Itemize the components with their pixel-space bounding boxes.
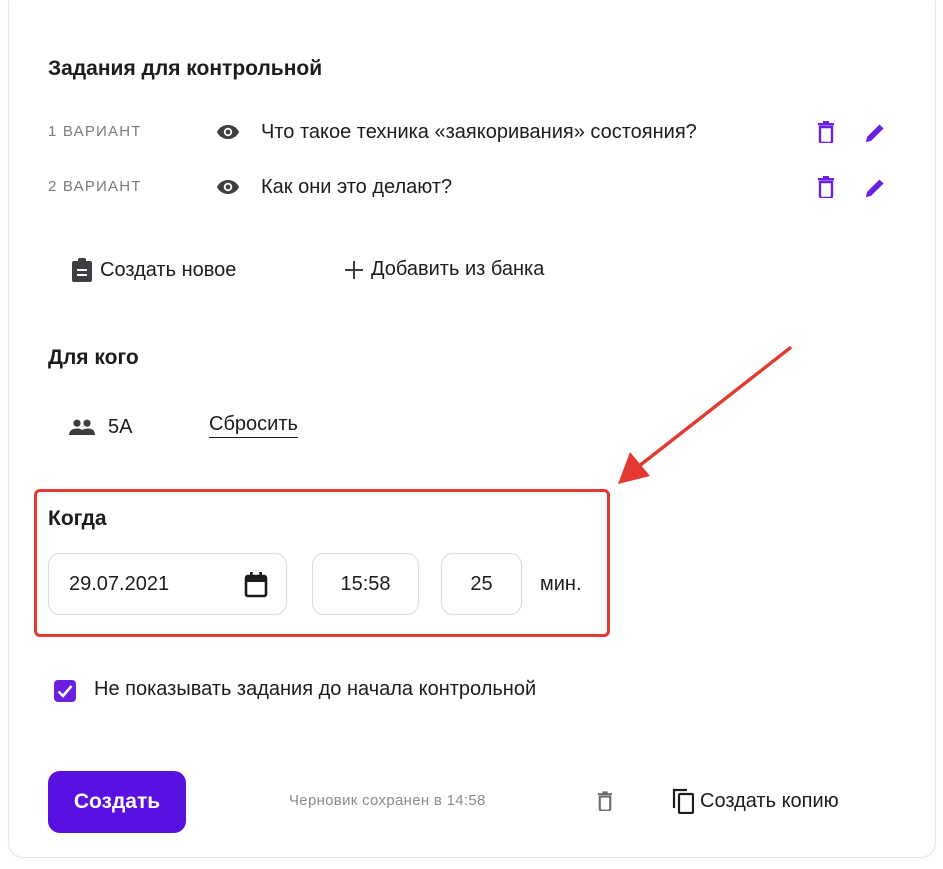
check-icon [57, 685, 73, 698]
hide-tasks-label[interactable]: Не показывать задания до начала контроль… [94, 678, 536, 701]
pencil-icon[interactable] [862, 120, 888, 146]
create-new-task-label: Создать новое [100, 258, 237, 281]
copy-icon [672, 788, 694, 814]
annotation-highlight-box [34, 489, 610, 637]
pencil-icon[interactable] [862, 175, 888, 201]
hide-tasks-checkbox[interactable] [54, 680, 76, 702]
variant-2-question[interactable]: Как они это делают? [261, 176, 452, 199]
create-copy-button[interactable]: Создать копию [672, 788, 839, 814]
annotation-arrow [618, 346, 792, 484]
draft-status-text: Черновик сохранен в 14:58 [289, 792, 486, 809]
variant-1-label: 1 ВАРИАНТ [48, 123, 142, 140]
eye-icon[interactable] [215, 177, 241, 197]
audience-group-label: 5А [108, 416, 133, 438]
add-from-bank-label: Добавить из банка [371, 258, 545, 280]
trash-icon[interactable] [815, 175, 837, 199]
eye-icon[interactable] [215, 122, 241, 142]
reset-audience-link[interactable]: Сбросить [209, 413, 298, 438]
tasks-section-title: Задания для контрольной [48, 57, 323, 80]
trash-icon[interactable] [595, 789, 615, 813]
plus-icon [345, 260, 363, 279]
variant-2-label: 2 ВАРИАНТ [48, 178, 142, 195]
variant-1-question[interactable]: Что такое техника «заякоривания» состоян… [261, 121, 697, 144]
create-button[interactable]: Создать [48, 771, 186, 833]
add-from-bank-button[interactable]: Добавить из банка [345, 258, 544, 281]
people-icon [68, 418, 96, 436]
trash-icon[interactable] [815, 120, 837, 144]
create-new-task-button[interactable]: Создать новое [72, 258, 236, 282]
clipboard-icon [72, 258, 92, 282]
create-copy-label: Создать копию [700, 789, 839, 812]
audience-section-title: Для кого [48, 346, 139, 369]
